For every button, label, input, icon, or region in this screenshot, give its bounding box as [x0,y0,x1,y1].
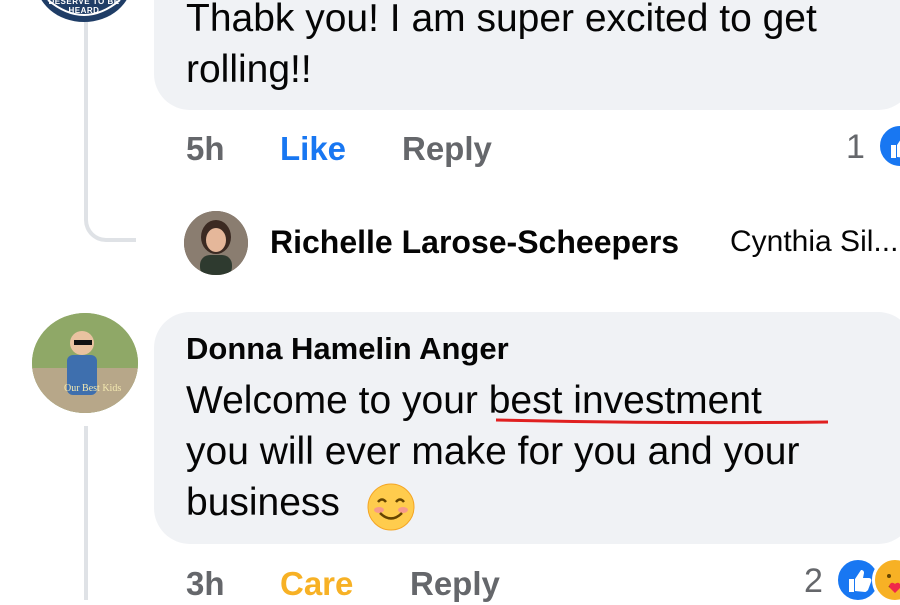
avatar-image [32,313,138,413]
reply-author-name[interactable]: Richelle Larose-Scheepers [270,224,679,261]
reply-button[interactable]: Reply [402,130,492,168]
comment-text-line: you will ever make for you and your [186,430,800,473]
comment-timestamp[interactable]: 3h [186,565,225,603]
avatar-text: DESERVE TO BE HEARD [48,0,120,15]
reply-button[interactable]: Reply [410,565,500,603]
like-reaction-icon[interactable] [877,123,900,169]
comment-text-line: business [186,481,340,524]
avatar-watermark: Our Best Kids [64,383,122,394]
reaction-count[interactable]: 2 [804,562,823,601]
reply-snippet[interactable]: Cynthia Sil... [730,225,898,259]
reaction-count[interactable]: 1 [846,128,865,167]
care-reaction-icon[interactable] [872,557,900,603]
like-button[interactable]: Like [280,130,346,168]
red-underline-annotation [495,418,829,425]
reply-author-avatar[interactable] [184,211,248,275]
care-face-icon [877,562,900,598]
commenter-avatar[interactable]: Our Best Kids [32,313,138,413]
comment-text: Welcome to your best investment you will… [186,375,886,528]
thread-connector-line [84,0,136,242]
comment-text-line: rolling!! [186,48,312,91]
care-reaction-button[interactable]: Care [280,565,353,603]
comment-author-name[interactable]: Donna Hamelin Anger [186,331,509,367]
comment-text-line: Thabk you! I am super excited to get [186,0,817,40]
comment-text: Thabk you! I am super excited to get rol… [186,0,886,95]
thread-connector-line [84,426,88,600]
smiling-face-emoji-icon [367,483,415,531]
thumbs-up-icon [891,140,900,158]
avatar-image [184,211,248,275]
comment-timestamp[interactable]: 5h [186,130,225,168]
